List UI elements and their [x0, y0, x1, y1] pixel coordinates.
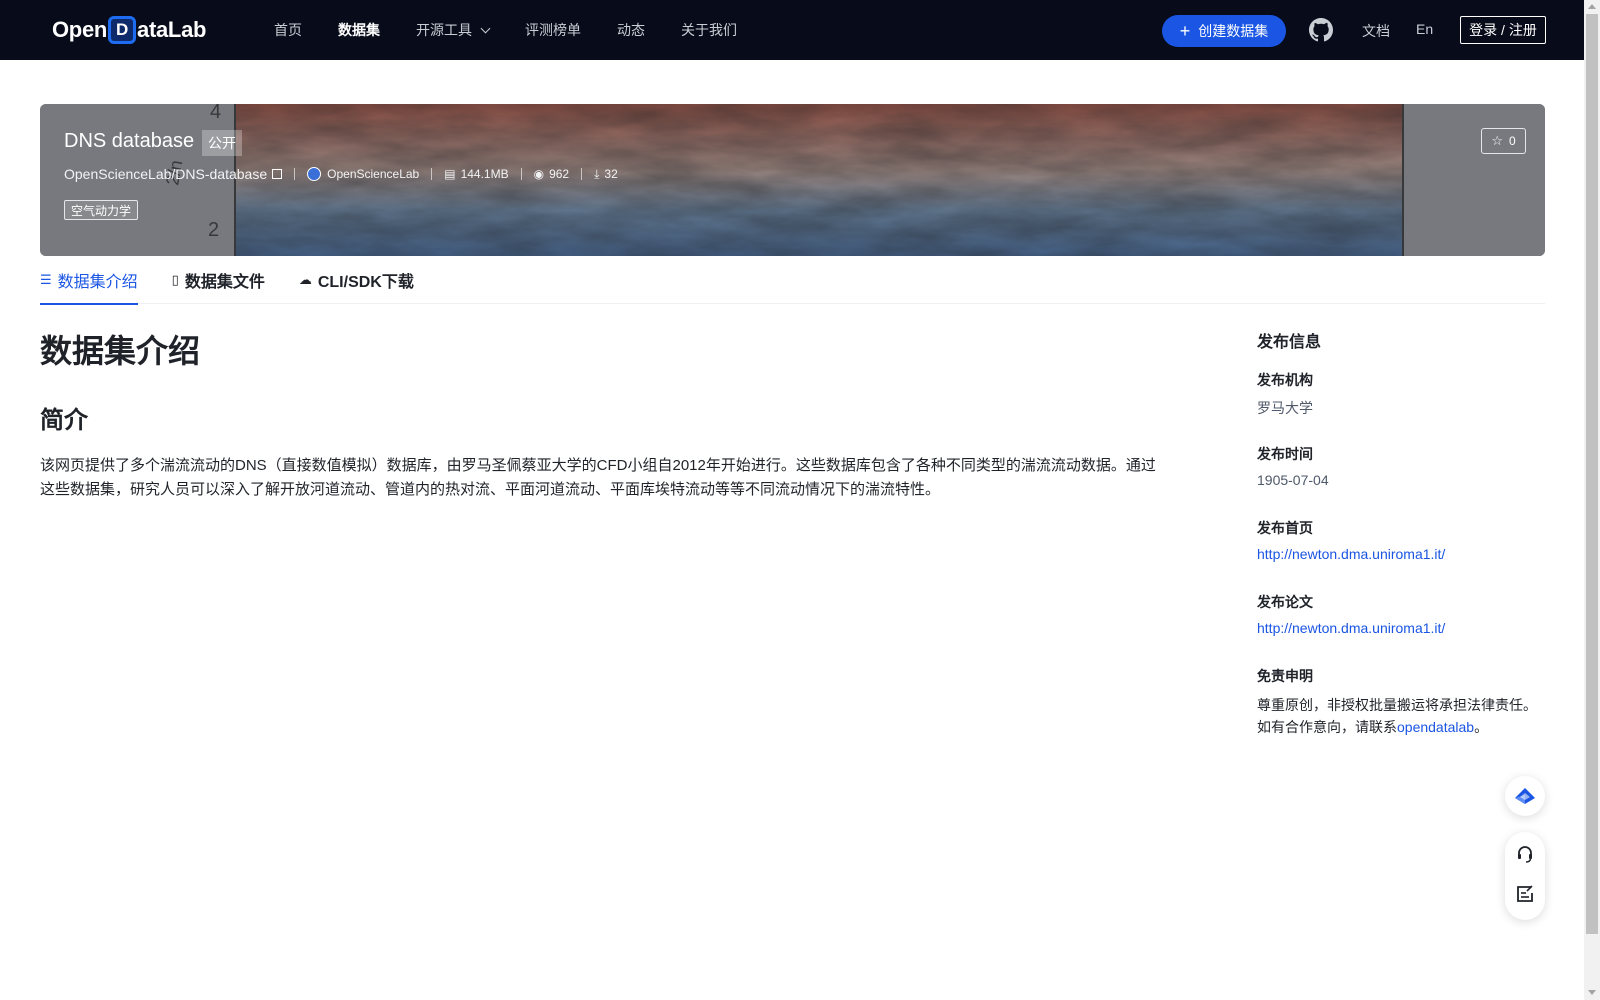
- tab-cli-sdk-label: CLI/SDK下载: [317, 274, 414, 291]
- scroll-thumb[interactable]: [1586, 14, 1598, 934]
- org-name[interactable]: OpenScienceLab: [327, 167, 419, 181]
- nav-open-tools-label: 开源工具: [416, 22, 472, 38]
- meta-divider: [294, 168, 296, 180]
- logo-text-datalab: ataLab: [137, 17, 207, 42]
- floating-assistant-button[interactable]: [1505, 776, 1545, 816]
- storage-icon: ▤: [444, 167, 456, 181]
- publish-time-label: 发布时间: [1257, 446, 1313, 462]
- top-navbar: Open D ataLab 首页 数据集 开源工具 评测榜单 动态 关于我们 +…: [0, 0, 1584, 60]
- disclaimer-line-2: 如有合作意向，请联系opendatalab。: [1257, 716, 1488, 738]
- nav-home-label: 首页: [274, 22, 302, 38]
- dataset-banner: 4 2 2/n DNS database 公开 OpenScienceLab/D…: [40, 104, 1545, 256]
- meta-divider: [581, 168, 583, 180]
- cloud-download-icon: ☁: [298, 272, 312, 287]
- disclaimer-line-2-text: 如有合作意向，请联系: [1257, 719, 1397, 735]
- nav-datasets[interactable]: 数据集: [338, 20, 380, 40]
- nav-leaderboard-label: 评测榜单: [525, 22, 581, 38]
- logo-text-open: Open: [52, 17, 108, 42]
- feedback-edit-icon[interactable]: [1515, 884, 1535, 904]
- star-count: 0: [1508, 134, 1516, 148]
- section-heading: 简介: [40, 407, 88, 434]
- nav-news-label: 动态: [617, 22, 645, 38]
- create-dataset-label: 创建数据集: [1198, 23, 1269, 39]
- publisher-value: 罗马大学: [1257, 400, 1313, 416]
- login-register-button[interactable]: 登录 / 注册: [1460, 16, 1546, 44]
- star-icon: ☆: [1491, 133, 1503, 148]
- view-count: 962: [549, 167, 570, 181]
- floating-tools-group: [1505, 832, 1545, 920]
- star-button[interactable]: ☆ 0: [1481, 128, 1526, 154]
- file-icon: ▯: [171, 272, 179, 287]
- meta-divider: [520, 168, 522, 180]
- tab-introduction[interactable]: ☰ 数据集介绍: [40, 256, 138, 305]
- tab-cli-sdk[interactable]: ☁ CLI/SDK下载: [299, 256, 414, 304]
- plus-icon: +: [1179, 21, 1191, 41]
- scroll-down-arrow-icon[interactable]: [1588, 990, 1596, 995]
- dataset-title: DNS database: [64, 130, 195, 152]
- logo-mark: D: [108, 16, 137, 44]
- disclaimer-line-2-end: 。: [1474, 719, 1489, 735]
- publish-info-title: 发布信息: [1257, 334, 1322, 351]
- visibility-badge: 公开: [202, 130, 242, 156]
- tab-introduction-label: 数据集介绍: [57, 274, 138, 291]
- page-scrollbar[interactable]: [1584, 0, 1600, 1000]
- download-icon: ⤓: [594, 166, 600, 181]
- scroll-up-arrow-icon[interactable]: [1588, 4, 1596, 9]
- homepage-label: 发布首页: [1257, 520, 1313, 536]
- homepage-link[interactable]: http://newton.dma.uniroma1.it/: [1257, 546, 1445, 562]
- dataset-tabs: ☰ 数据集介绍 ▯ 数据集文件 ☁ CLI/SDK下载: [40, 256, 1545, 305]
- assistant-logo-icon: [1515, 788, 1535, 804]
- nav-about[interactable]: 关于我们: [681, 20, 737, 40]
- copy-icon[interactable]: [272, 169, 283, 179]
- opendatalab-logo[interactable]: Open D ataLab: [52, 14, 206, 46]
- nav-leaderboard[interactable]: 评测榜单: [525, 20, 581, 40]
- headset-icon[interactable]: [1515, 844, 1535, 864]
- nav-news[interactable]: 动态: [617, 20, 645, 40]
- dataset-path: OpenScienceLab/DNS-database: [64, 166, 268, 182]
- dataset-description: 该网页提供了多个湍流流动的DNS（直接数值模拟）数据库，由罗马圣佩蔡亚大学的CF…: [40, 457, 1156, 498]
- paper-label: 发布论文: [1257, 594, 1313, 610]
- nav-about-label: 关于我们: [681, 22, 737, 38]
- tab-files[interactable]: ▯ 数据集文件: [172, 256, 265, 304]
- dataset-tag[interactable]: 空气动力学: [64, 200, 139, 220]
- meta-divider: [431, 168, 433, 180]
- create-dataset-button[interactable]: + 创建数据集: [1162, 15, 1286, 47]
- docs-link[interactable]: 文档: [1362, 21, 1390, 41]
- database-icon: ☰: [40, 272, 52, 287]
- dataset-meta: OpenScienceLab/DNS-database OpenScienceL…: [64, 166, 618, 182]
- paper-link[interactable]: http://newton.dma.uniroma1.it/: [1257, 620, 1445, 636]
- chevron-down-icon: [480, 23, 491, 33]
- github-icon[interactable]: [1309, 18, 1333, 42]
- nav-home[interactable]: 首页: [274, 20, 302, 40]
- eye-icon: ◉: [533, 167, 545, 181]
- publish-time-value: 1905-07-04: [1257, 472, 1329, 488]
- nav-open-tools[interactable]: 开源工具: [416, 20, 491, 40]
- dataset-size: 144.1MB: [460, 167, 509, 181]
- language-switch[interactable]: En: [1416, 21, 1433, 37]
- download-count: 32: [604, 167, 618, 181]
- disclaimer-label: 免责申明: [1257, 668, 1313, 684]
- tab-files-label: 数据集文件: [184, 274, 265, 291]
- main-nav: 首页 数据集 开源工具 评测榜单 动态 关于我们: [274, 0, 773, 60]
- nav-datasets-label: 数据集: [338, 22, 380, 38]
- org-avatar: [307, 167, 322, 181]
- page-heading: 数据集介绍: [40, 333, 201, 369]
- opendatalab-contact-link[interactable]: opendatalab: [1397, 719, 1474, 735]
- publisher-label: 发布机构: [1257, 372, 1313, 388]
- disclaimer-line-1: 尊重原创，非授权批量搬运将承担法律责任。: [1257, 697, 1537, 713]
